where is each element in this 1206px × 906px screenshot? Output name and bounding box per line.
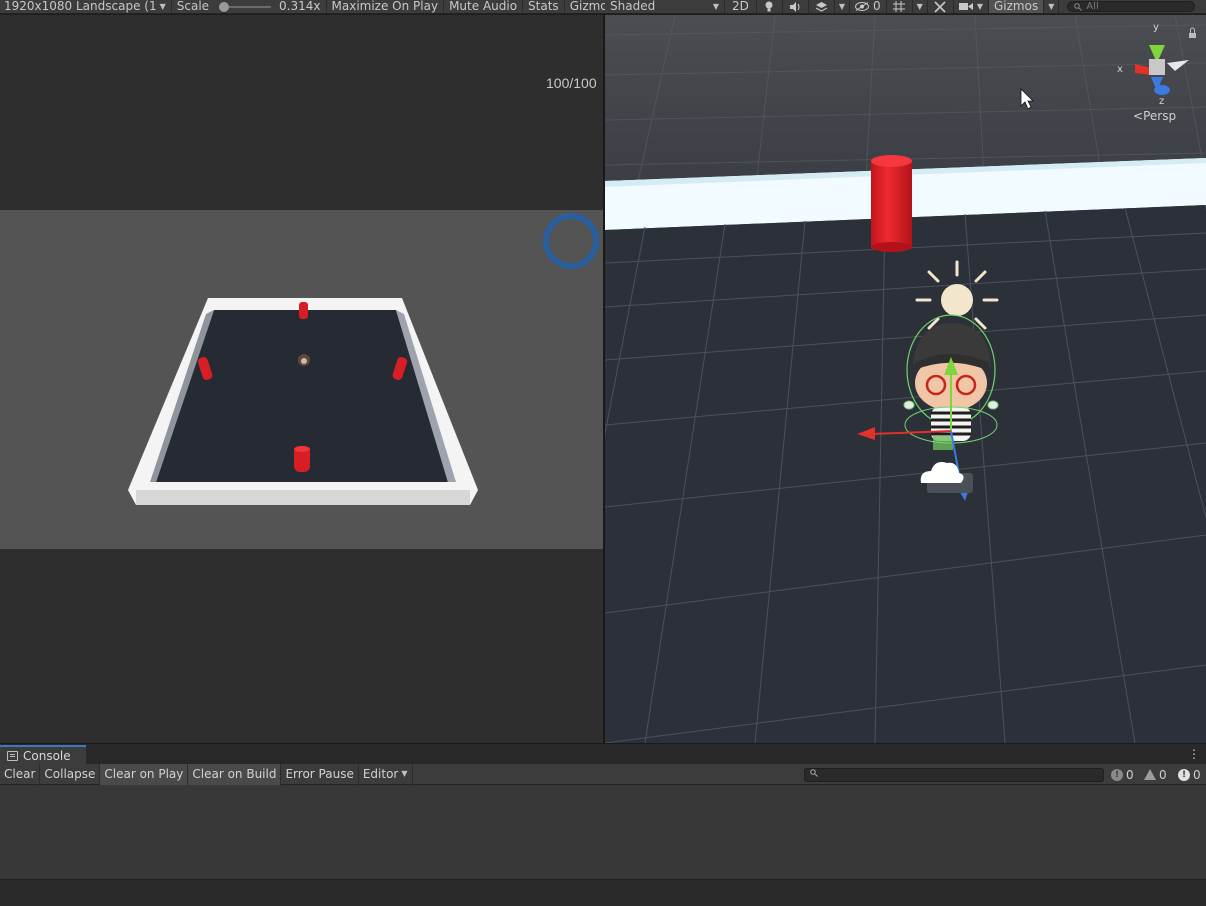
chevron-down-icon: ▼ [916, 2, 923, 11]
warning-counter-button[interactable]: 0 [1144, 764, 1167, 785]
grid-icon [893, 1, 906, 12]
status-bar [0, 879, 1206, 906]
console-tab-bar: Console ⋮ [0, 743, 1206, 765]
scene-gizmos-button[interactable]: Gizmos [988, 0, 1045, 13]
resolution-dropdown[interactable]: 1920x1080 Landscape (1 ▼ [0, 0, 172, 13]
tools-icon [934, 0, 946, 13]
chevron-down-icon: ▼ [976, 2, 983, 11]
audio-icon [789, 1, 800, 12]
more-icon[interactable]: ⋮ [1188, 747, 1200, 761]
console-search-input[interactable] [804, 768, 1104, 782]
axis-label-y: y [1153, 22, 1159, 33]
cylinder-bottom [294, 446, 310, 472]
game-gizmos-label: Gizmos [569, 0, 605, 13]
effects-toggle[interactable] [809, 0, 835, 13]
scale-label: Scale [176, 0, 210, 13]
clear-button[interactable]: Clear [0, 763, 41, 785]
scale-control[interactable]: Scale 0.314x [172, 0, 327, 13]
chevron-down-icon: ▼ [838, 2, 846, 11]
scene-floor [605, 205, 1206, 743]
chevron-left-icon: < [1133, 109, 1144, 123]
chevron-down-icon: ▼ [159, 2, 166, 11]
chevron-down-icon: ▼ [401, 769, 408, 778]
console-toolbar: Clear Collapse Clear on Play Clear on Bu… [0, 763, 1206, 785]
arena-wall-front [136, 490, 470, 505]
tab-console[interactable]: Console [0, 745, 86, 765]
search-icon [1074, 2, 1083, 11]
mute-audio-button[interactable]: Mute Audio [444, 0, 524, 13]
axis-label-x: x [1117, 64, 1123, 75]
editor-label: Editor [362, 767, 399, 781]
hidden-count: 0 [873, 0, 881, 13]
chevron-down-icon: ▼ [1048, 2, 1055, 11]
visibility-icon [855, 2, 870, 11]
player-character [298, 354, 310, 366]
collapse-button[interactable]: Collapse [40, 763, 101, 785]
error-counter-button[interactable]: ! 0 [1178, 764, 1201, 785]
camera-icon [958, 3, 973, 10]
resolution-label: 1920x1080 Landscape (1 [4, 0, 157, 13]
chevron-down-icon: ▼ [712, 2, 719, 11]
scene-search-placeholder: All [1086, 1, 1099, 12]
clear-on-build-button[interactable]: Clear on Build [188, 763, 282, 785]
scale-slider-knob[interactable] [219, 1, 230, 12]
console-log-area[interactable] [0, 786, 1206, 880]
scene-gizmos-dropdown[interactable]: ▼ [1044, 0, 1060, 13]
scene-view-toolbar: Shaded ▼ 2D ▼ 0 ▼ ▼ Gizmos ▼ All [605, 0, 1206, 14]
visibility-toggle[interactable]: 0 [850, 0, 887, 13]
2d-toggle[interactable]: 2D [725, 0, 757, 13]
error-count: 0 [1193, 767, 1201, 782]
projection-toggle[interactable]: <Persp [1133, 109, 1176, 123]
console-tab-label: Console [23, 749, 71, 763]
audio-toggle[interactable] [783, 0, 809, 13]
health-text: 100/100 [546, 75, 597, 91]
error-pause-button[interactable]: Error Pause [281, 763, 359, 785]
game-gizmos-button[interactable]: Gizmos ▼ [565, 0, 605, 13]
grid-toggle[interactable] [887, 0, 913, 13]
health-ring [543, 213, 599, 269]
editor-dropdown[interactable]: Editor ▼ [359, 763, 413, 785]
console-panel: Console ⋮ Clear Collapse Clear on Play C… [0, 743, 1206, 906]
search-icon [810, 769, 818, 777]
light-icon [765, 1, 773, 12]
maximize-on-play-button[interactable]: Maximize On Play [327, 0, 445, 13]
scene-canvas [605, 15, 1206, 743]
scale-slider[interactable] [219, 1, 272, 12]
scene-search-input[interactable]: All [1067, 1, 1196, 12]
game-arena [128, 213, 599, 505]
cylinder-top [299, 302, 308, 319]
log-count: 0 [1126, 767, 1134, 782]
game-view-toolbar: 1920x1080 Landscape (1 ▼ Scale 0.314x Ma… [0, 0, 605, 14]
stats-button[interactable]: Stats [523, 0, 565, 13]
effects-dropdown[interactable]: ▼ [835, 0, 851, 13]
game-view[interactable]: 100/100 [0, 15, 603, 743]
console-icon [7, 751, 18, 761]
scene-cylinder [871, 155, 912, 252]
light-toggle[interactable] [757, 0, 783, 13]
clear-on-play-button[interactable]: Clear on Play [100, 763, 189, 785]
scene-view[interactable]: x y z <Persp [605, 15, 1206, 743]
grid-dropdown[interactable]: ▼ [913, 0, 928, 13]
shading-mode-dropdown[interactable]: Shaded ▼ [605, 0, 725, 13]
camera-button[interactable]: ▼ [954, 0, 989, 13]
game-canvas[interactable] [0, 210, 603, 549]
shading-mode-label: Shaded [610, 0, 656, 13]
scale-value: 0.314x [279, 0, 321, 13]
tools-button[interactable] [928, 0, 954, 13]
info-icon: ! [1111, 768, 1123, 781]
warning-count: 0 [1159, 767, 1167, 782]
warning-icon [1144, 769, 1156, 780]
axis-label-z: z [1159, 96, 1165, 107]
log-counter-button[interactable]: ! 0 [1111, 764, 1134, 785]
effects-icon [815, 1, 827, 12]
projection-label: Persp [1143, 109, 1177, 123]
error-icon: ! [1178, 768, 1190, 781]
